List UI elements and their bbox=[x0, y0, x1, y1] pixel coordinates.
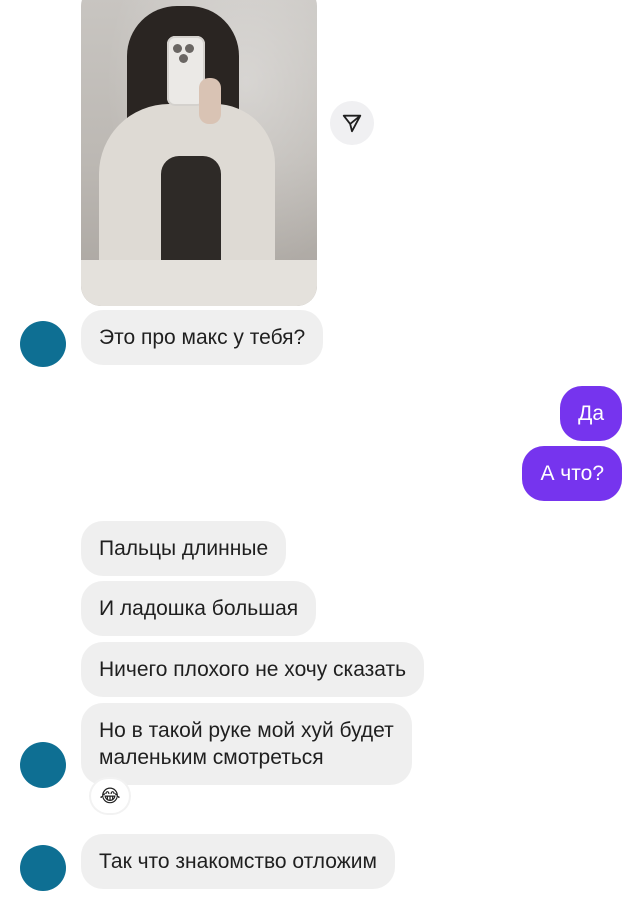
message-reaction[interactable]: 😂 bbox=[91, 779, 129, 813]
photo-hand bbox=[199, 78, 221, 124]
outgoing-message[interactable]: Да bbox=[560, 386, 622, 441]
send-arrow-icon bbox=[342, 114, 362, 133]
avatar[interactable] bbox=[20, 742, 66, 788]
photo-top bbox=[161, 156, 221, 266]
message-text: Да bbox=[578, 402, 604, 425]
incoming-message[interactable]: И ладошка большая bbox=[81, 581, 317, 636]
laughing-tears-emoji-icon: 😂 bbox=[99, 786, 121, 806]
photo-camera-lens bbox=[179, 54, 188, 63]
incoming-message[interactable]: Пальцы длинные bbox=[81, 521, 287, 576]
message-text: А что? bbox=[540, 462, 604, 485]
incoming-message[interactable]: Это про макс у тебя? bbox=[81, 310, 324, 365]
message-text: Ничего плохого не хочу сказать bbox=[99, 658, 407, 681]
message-text: И ладошка большая bbox=[99, 597, 299, 620]
message-text: Это про макс у тебя? bbox=[99, 326, 306, 349]
shared-photo[interactable] bbox=[81, 0, 317, 306]
outgoing-message[interactable]: А что? bbox=[522, 446, 622, 501]
photo-camera-lens bbox=[185, 44, 194, 53]
message-text-line: маленьким смотреться bbox=[99, 746, 324, 769]
avatar[interactable] bbox=[20, 321, 66, 367]
incoming-message[interactable]: Ничего плохого не хочу сказать bbox=[81, 642, 425, 697]
photo-camera-lens bbox=[173, 44, 182, 53]
incoming-message[interactable]: Но в такой руке мой хуй будет маленьким … bbox=[81, 703, 412, 785]
avatar[interactable] bbox=[20, 845, 66, 891]
message-text-line: Но в такой руке мой хуй будет bbox=[99, 719, 394, 742]
share-button[interactable] bbox=[330, 101, 374, 145]
message-text: Пальцы длинные bbox=[99, 537, 269, 560]
photo-table bbox=[81, 260, 317, 306]
message-text: Так что знакомство отложим bbox=[99, 850, 377, 873]
incoming-message[interactable]: Так что знакомство отложим bbox=[81, 834, 395, 889]
